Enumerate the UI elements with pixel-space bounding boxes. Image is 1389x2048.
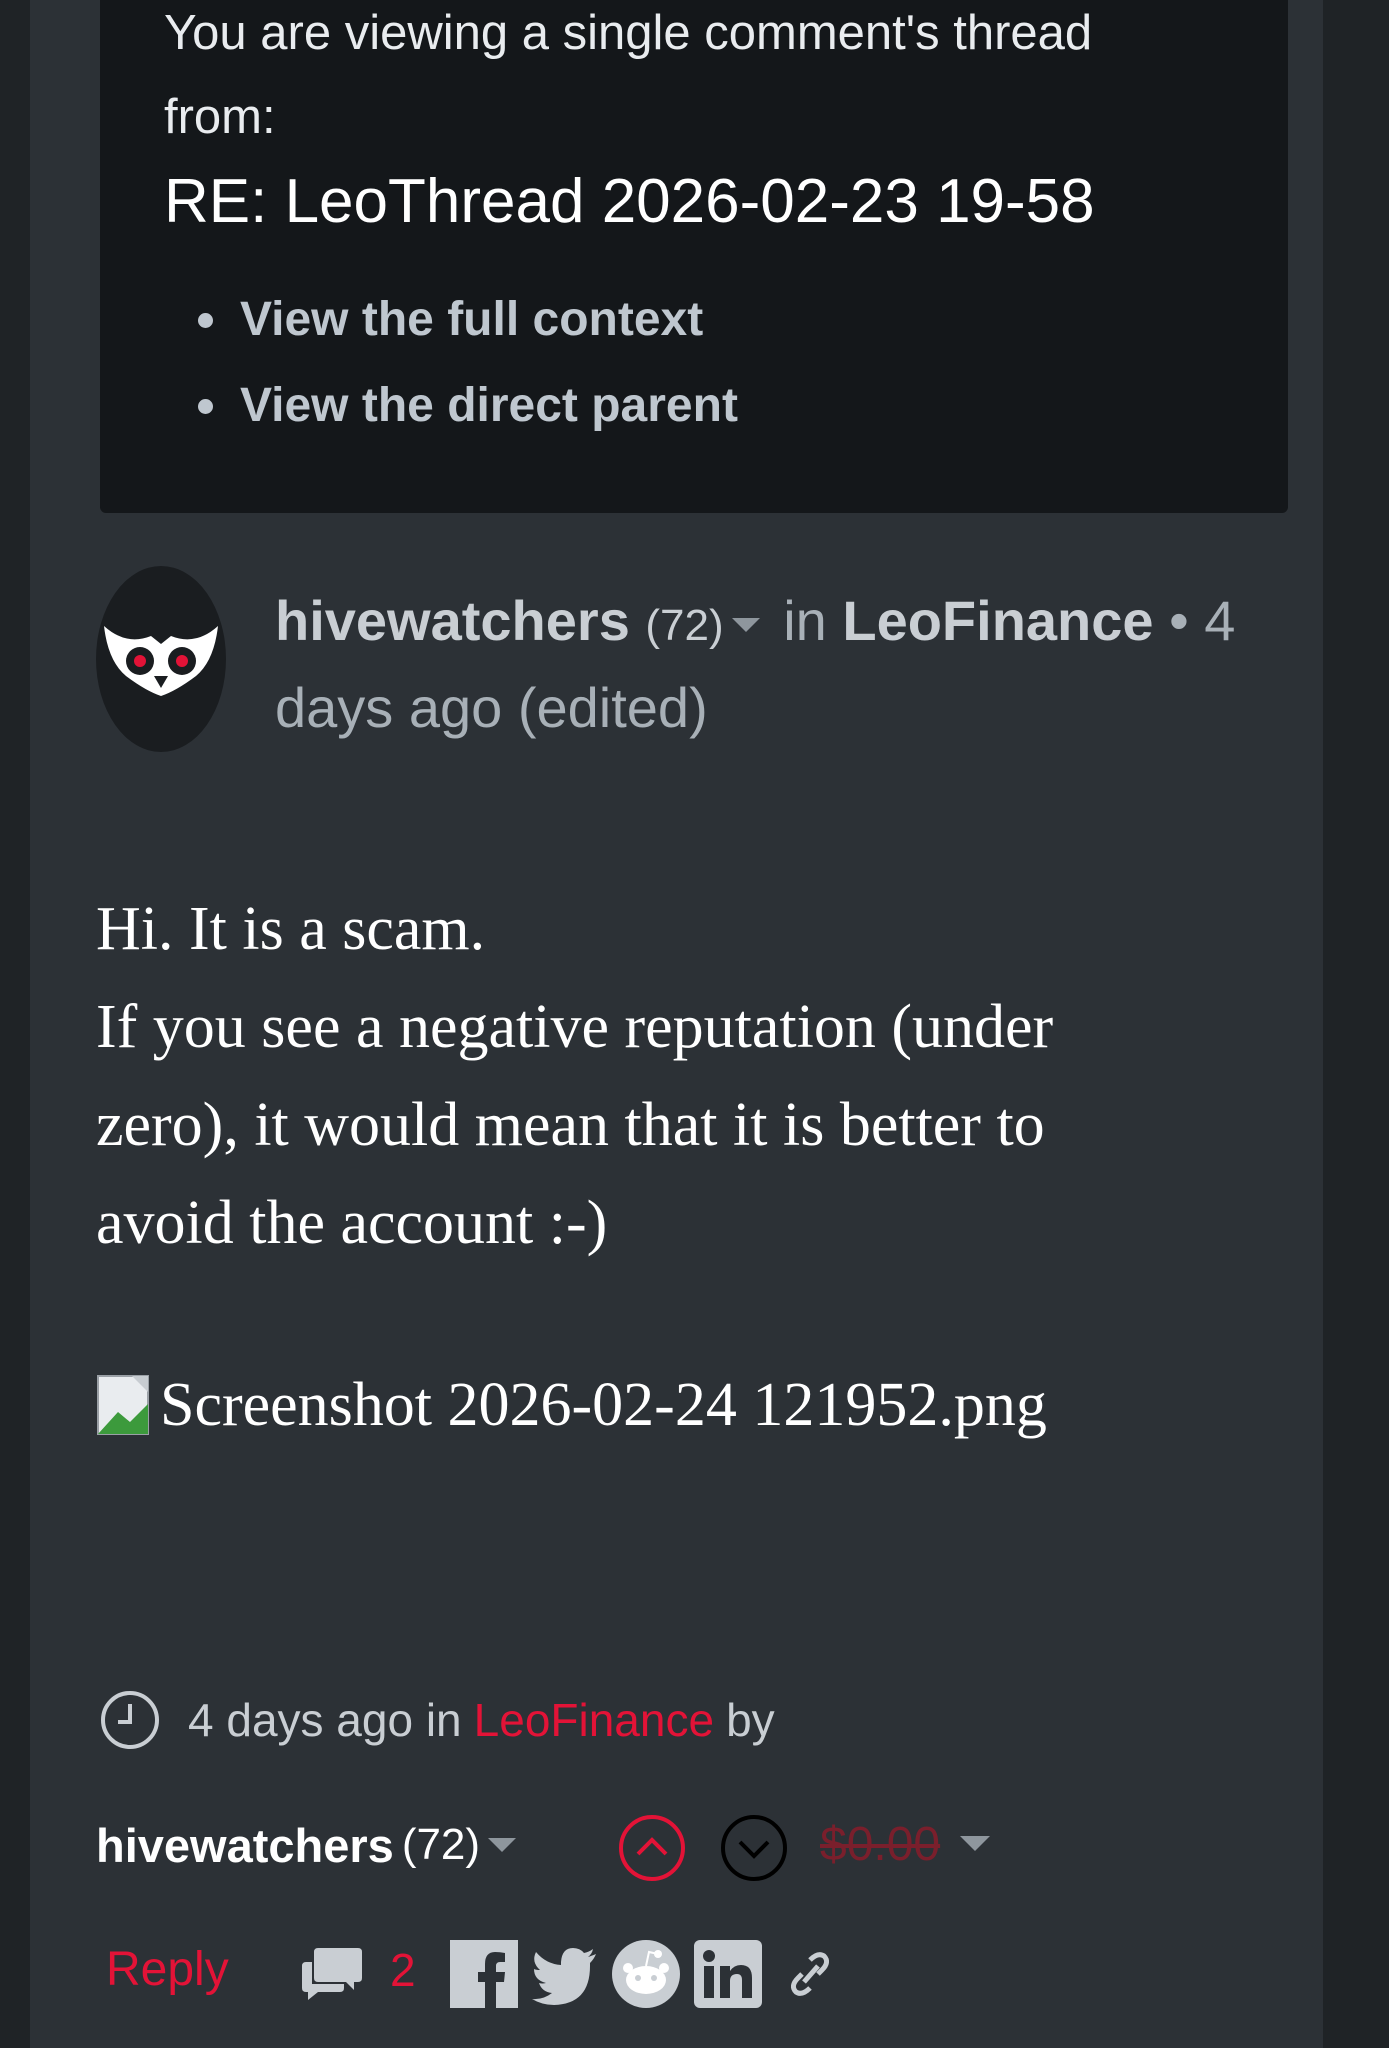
view-direct-parent-link[interactable]: View the direct parent (100, 368, 738, 454)
embedded-image[interactable]: Screenshot 2026-02-24 121952.png (96, 1360, 1047, 1450)
author-line: hivewatchers (72) (96, 1810, 524, 1880)
reply-link[interactable]: Reply (106, 1940, 229, 2000)
comments-icon[interactable] (300, 1944, 364, 2002)
broken-image-icon (97, 1375, 149, 1435)
author-reputation: (72) (401, 1820, 481, 1869)
bullet (198, 399, 213, 414)
meta-by: by (726, 1694, 775, 1746)
reddit-icon[interactable] (612, 1940, 680, 2008)
payout-value[interactable]: $0.00 (820, 1815, 940, 1875)
facebook-icon[interactable] (450, 1940, 518, 2008)
avatar[interactable] (96, 566, 226, 752)
context-links: View the full context View the direct pa… (100, 282, 738, 454)
downvote-button[interactable] (720, 1814, 788, 1882)
author-dropdown-caret-icon[interactable] (731, 618, 760, 633)
upvote-button[interactable] (618, 1814, 686, 1882)
body-line: If you see a negative reputation (under (96, 993, 1054, 1061)
twitter-icon[interactable] (530, 1940, 598, 2008)
page: You are viewing a single comment's threa… (30, 0, 1323, 2048)
author-link[interactable]: hivewatchers (275, 589, 630, 652)
comment-body: Hi. It is a scam. If you see a negative … (96, 880, 1296, 1272)
clock-icon (101, 1691, 159, 1749)
author-dropdown-caret-icon[interactable] (488, 1838, 517, 1852)
linkedin-icon[interactable] (694, 1940, 762, 2008)
meta-time: 4 days ago in (188, 1694, 462, 1746)
community-link[interactable]: LeoFinance (474, 1693, 714, 1747)
single-thread-notice: You are viewing a single comment's threa… (100, 0, 1288, 513)
comment-header: hivewatchers (72) in LeoFinance • 4 days… (275, 580, 1305, 749)
separator: • (1169, 589, 1189, 652)
post-meta: 4 days ago in LeoFinance by (100, 1690, 775, 1750)
owl-logo-icon (104, 626, 218, 696)
image-alt-text: Screenshot 2026-02-24 121952.png (160, 1370, 1047, 1439)
notice-text: from: (164, 90, 276, 144)
timestamp: 4 (1204, 589, 1236, 652)
notice-text: You are viewing a single comment's threa… (164, 6, 1093, 60)
bullet (198, 313, 213, 328)
view-full-context-link[interactable]: View the full context (100, 282, 738, 368)
body-line: Hi. It is a scam. (96, 895, 486, 963)
community-link[interactable]: LeoFinance (842, 589, 1153, 652)
timestamp: days ago (edited) (275, 676, 708, 739)
in-label: in (783, 589, 827, 652)
body-line: zero), it would mean that it is better t… (96, 1091, 1045, 1159)
author-link[interactable]: hivewatchers (96, 1818, 394, 1873)
body-line: avoid the account :-) (96, 1189, 608, 1257)
thread-title[interactable]: RE: LeoThread 2026-02-23 19-58 (164, 165, 1095, 239)
payout-dropdown-caret-icon[interactable] (960, 1836, 990, 1851)
author-reputation: (72) (645, 601, 724, 650)
comments-count[interactable]: 2 (390, 1940, 416, 2000)
link-icon[interactable] (776, 1940, 844, 2008)
